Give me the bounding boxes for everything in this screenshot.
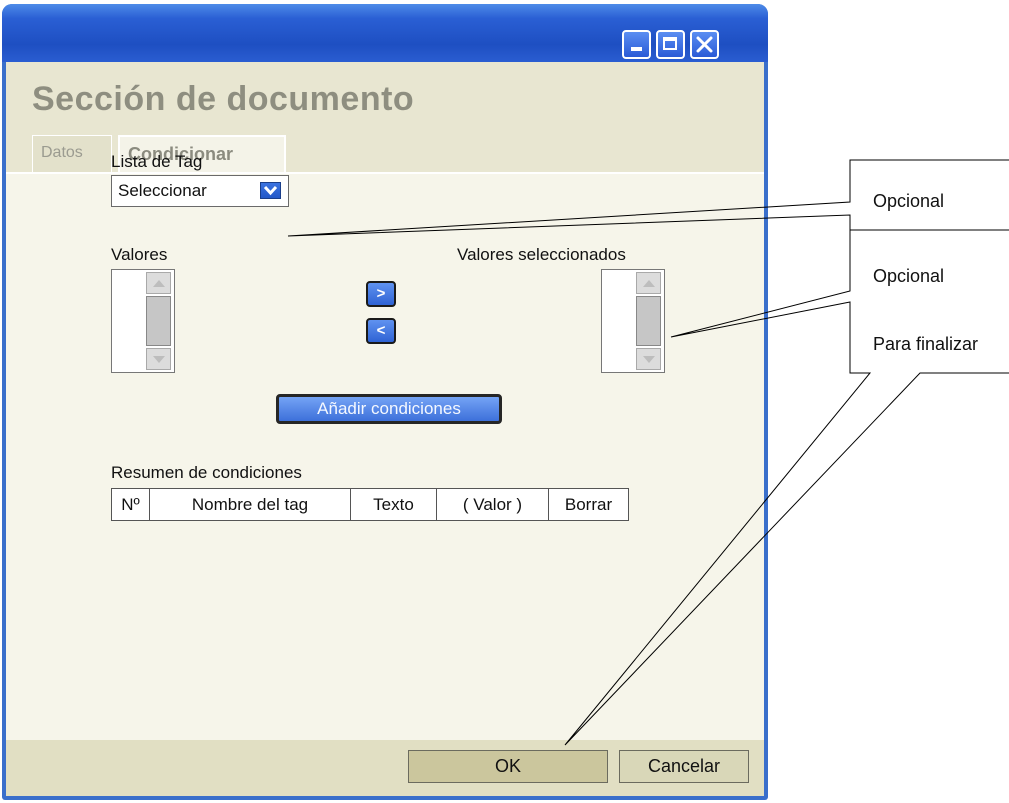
callout-lines bbox=[287, 159, 1009, 746]
annotation-para-finalizar: Para finalizar bbox=[873, 334, 979, 354]
annotation-opcional-2: Opcional bbox=[873, 266, 945, 286]
callout-opcional-2-line bbox=[564, 229, 1009, 746]
annotation-opcional-1: Opcional bbox=[873, 191, 945, 211]
